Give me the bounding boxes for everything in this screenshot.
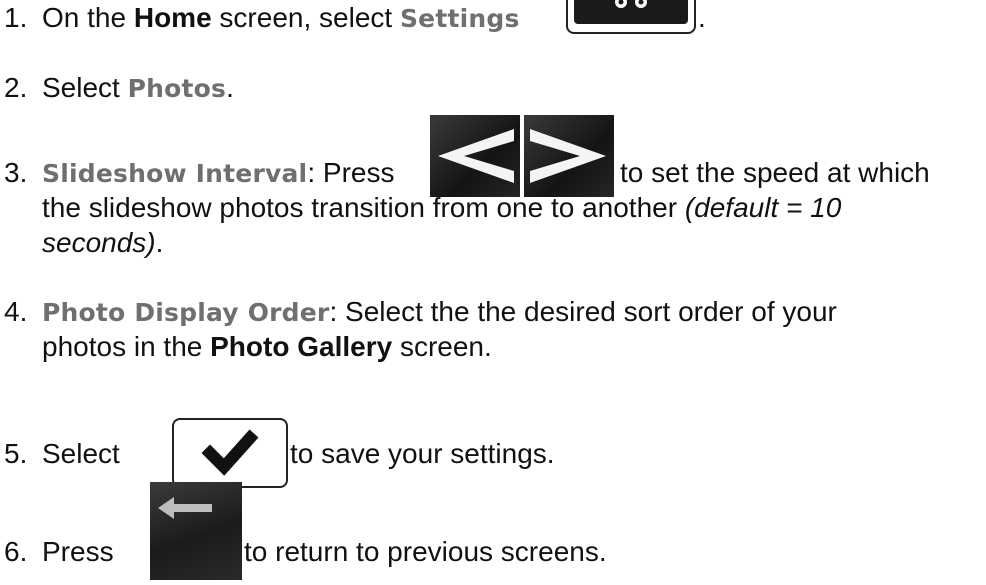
step-number: 5. <box>4 438 28 469</box>
step-3-line-2: the slideshow photos transition from one… <box>42 192 842 223</box>
step-1: 1. On the Home screen, select Settings <box>4 2 520 33</box>
step-6: 6. Press <box>4 536 114 567</box>
step-5: 5. Select <box>4 438 120 469</box>
prev-button[interactable] <box>430 115 520 197</box>
step-4-line-2: photos in the Photo Gallery screen. <box>42 331 492 362</box>
back-button[interactable] <box>150 482 242 580</box>
save-button[interactable] <box>172 418 288 488</box>
step-number: 1. <box>4 2 28 33</box>
step-number: 2. <box>4 72 28 103</box>
left-arrow-icon <box>438 129 514 183</box>
step-1-period: . <box>698 2 706 33</box>
step-5-tail: to save your settings. <box>290 438 555 469</box>
next-button[interactable] <box>524 115 614 197</box>
settings-term: Settings <box>399 4 520 33</box>
step-number: 3. <box>4 157 28 188</box>
step-6-tail: to return to previous screens. <box>244 536 607 567</box>
settings-button[interactable] <box>566 0 696 34</box>
back-arrow-icon <box>158 497 212 519</box>
photo-display-order-term: Photo Display Order <box>42 298 330 327</box>
right-arrow-icon <box>530 129 606 183</box>
gear-icon <box>574 0 688 24</box>
step-number: 6. <box>4 536 28 567</box>
step-3-line-3: seconds). <box>42 227 164 258</box>
slideshow-interval-term: Slideshow Interval <box>42 159 308 188</box>
step-2: 2. Select Photos. <box>4 72 234 103</box>
step-3: 3. Slideshow Interval: Press <box>4 157 395 188</box>
step-number: 4. <box>4 296 28 327</box>
step-3-tail: to set the speed at which <box>620 157 930 188</box>
photos-term: Photos <box>127 74 227 103</box>
step-4: 4. Photo Display Order: Select the the de… <box>4 296 837 327</box>
checkmark-icon <box>201 429 259 476</box>
